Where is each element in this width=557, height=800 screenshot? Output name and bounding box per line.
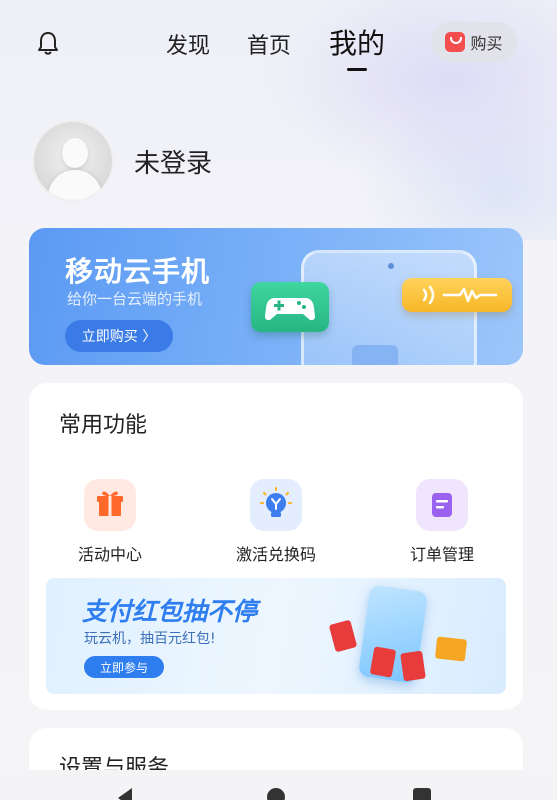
home-icon[interactable] bbox=[267, 788, 285, 800]
buy-button[interactable]: 购买 bbox=[431, 22, 517, 62]
promo-title: 支付红包抽不停 bbox=[82, 597, 258, 626]
avatar-head bbox=[62, 138, 88, 168]
gamepad-icon bbox=[251, 282, 329, 332]
buy-now-button[interactable]: 立即购买 〉 bbox=[65, 320, 173, 352]
sound-wave-icon bbox=[402, 278, 512, 312]
tab-mine[interactable]: 我的 bbox=[329, 22, 385, 62]
activate-code-item[interactable]: 激活兑换码 bbox=[211, 479, 341, 569]
avatar-shoulders bbox=[48, 170, 102, 200]
common-functions-title: 常用功能 bbox=[59, 413, 148, 438]
back-icon[interactable] bbox=[118, 788, 132, 800]
lightbulb-icon bbox=[250, 479, 302, 531]
activity-center-item[interactable]: 活动中心 bbox=[45, 479, 175, 569]
banner-subtitle: 给你一台云端的手机 bbox=[67, 290, 203, 308]
activate-code-label: 激活兑换码 bbox=[235, 545, 316, 564]
tab-home[interactable]: 首页 bbox=[247, 28, 291, 60]
top-bar: 发现 首页 我的 购买 bbox=[0, 0, 557, 80]
red-packet-promo-banner[interactable]: 支付红包抽不停 玩云机，抽百元红包! 立即参与 bbox=[46, 578, 506, 694]
login-status[interactable]: 未登录 bbox=[134, 143, 212, 180]
buy-label: 购买 bbox=[470, 34, 503, 53]
join-now-button[interactable]: 立即参与 bbox=[84, 656, 164, 678]
phone-camera bbox=[388, 263, 394, 269]
gift-box-icon bbox=[434, 636, 468, 662]
bell-icon[interactable] bbox=[36, 30, 60, 56]
avatar[interactable] bbox=[32, 120, 114, 202]
cloud-phone-banner[interactable]: 移动云手机 给你一台云端的手机 立即购买 〉 bbox=[29, 228, 523, 365]
system-nav-bar bbox=[0, 770, 557, 800]
red-envelope-icon bbox=[400, 650, 426, 682]
document-icon bbox=[416, 479, 468, 531]
banner-title: 移动云手机 bbox=[65, 255, 211, 288]
tab-discover[interactable]: 发现 bbox=[166, 28, 210, 60]
gift-icon bbox=[84, 479, 136, 531]
promo-subtitle: 玩云机，抽百元红包! bbox=[84, 631, 216, 647]
recent-apps-icon[interactable] bbox=[413, 788, 431, 800]
order-management-item[interactable]: 订单管理 bbox=[377, 479, 507, 569]
shopping-bag-icon bbox=[445, 32, 466, 52]
common-functions-card: 常用功能 活动中心 激活兑换码 订单管理 支付红包抽不停 玩云机，抽百元红包! … bbox=[29, 383, 523, 710]
red-envelope-icon bbox=[328, 619, 358, 653]
phone-screen-block bbox=[352, 345, 398, 365]
activity-center-label: 活动中心 bbox=[77, 545, 142, 564]
active-tab-indicator bbox=[347, 68, 367, 71]
order-management-label: 订单管理 bbox=[409, 545, 474, 564]
